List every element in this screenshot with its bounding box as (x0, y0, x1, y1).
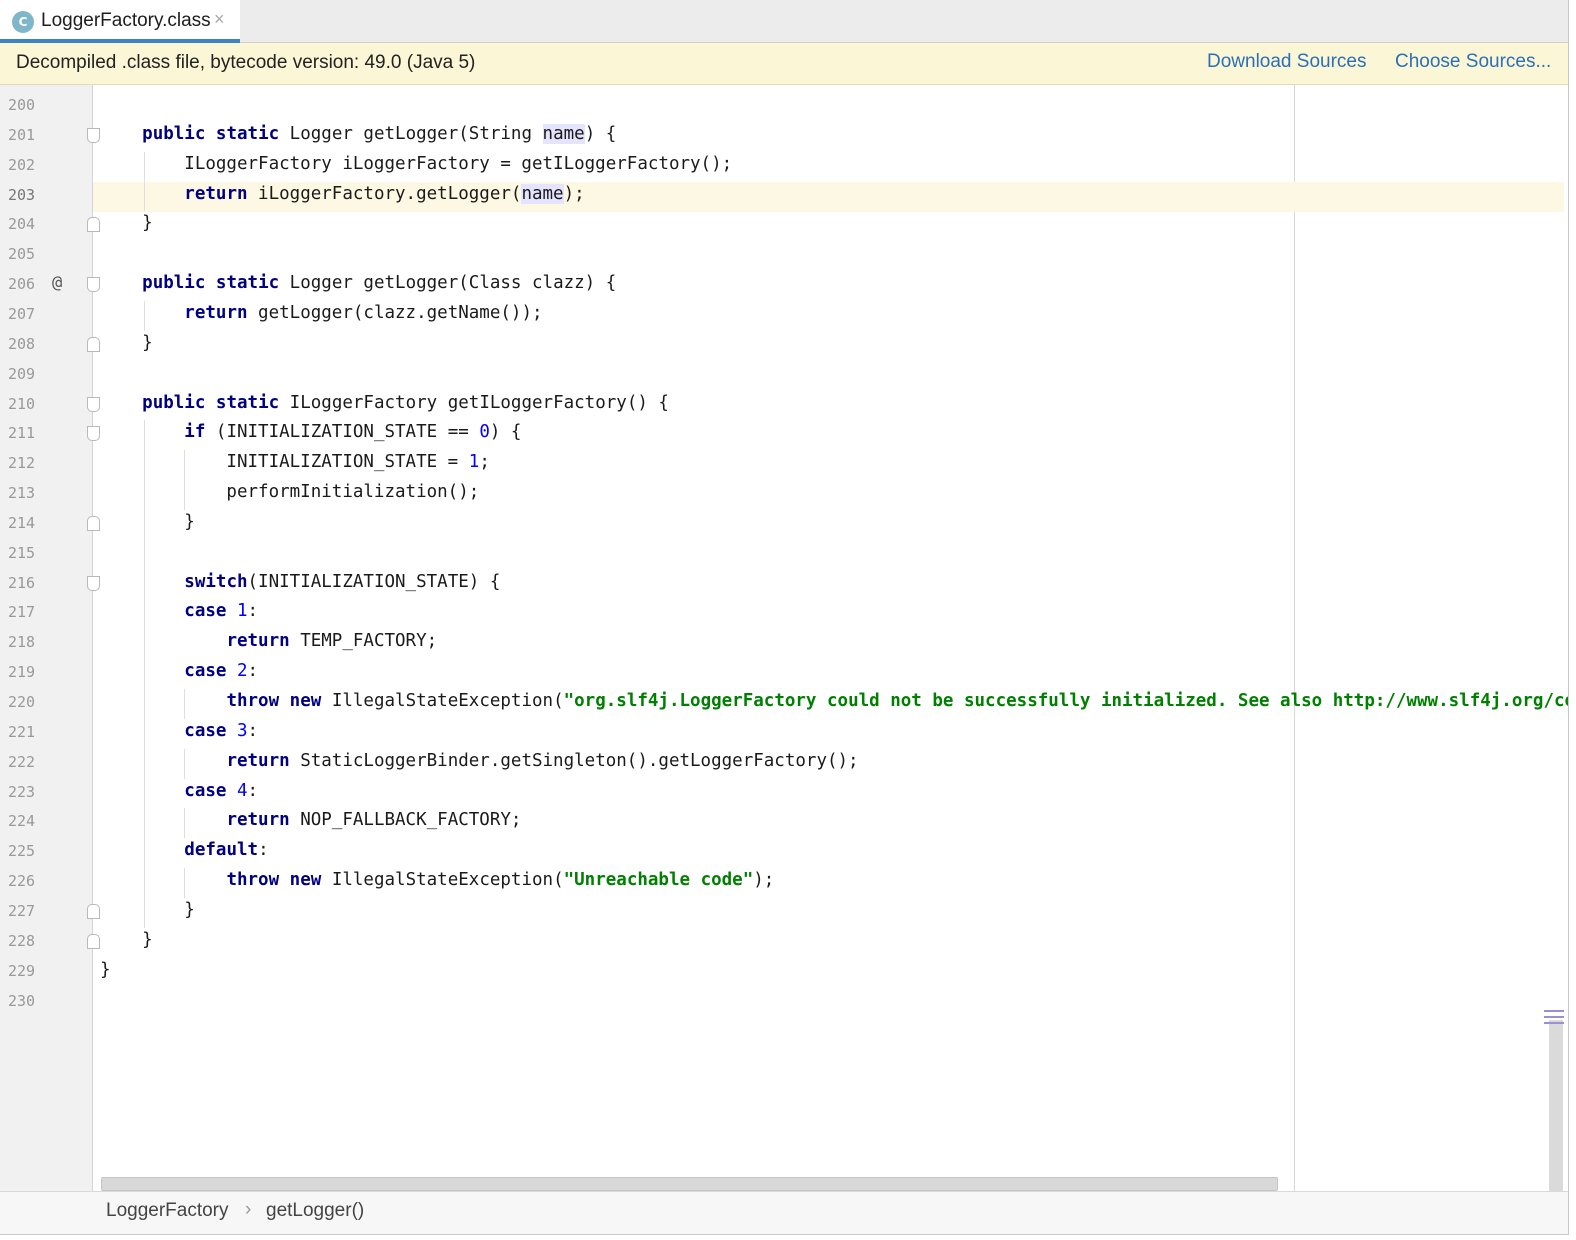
code-line[interactable]: } (100, 900, 195, 920)
line-number[interactable]: 214 (8, 514, 48, 532)
indent-guide (184, 868, 185, 898)
code-line[interactable]: throw new IllegalStateException("org.slf… (100, 691, 1568, 711)
code-line[interactable]: ILoggerFactory iLoggerFactory = getILogg… (100, 154, 732, 174)
fold-end-icon[interactable] (87, 336, 100, 352)
editor-tab-bar: C LoggerFactory.class × (0, 0, 1568, 43)
line-number[interactable]: 212 (8, 454, 48, 472)
indent-guide (184, 748, 185, 779)
line-number[interactable]: 220 (8, 693, 48, 711)
code-line[interactable]: case 1: (100, 601, 258, 621)
chevron-right-icon: › (245, 1199, 252, 1220)
code-line[interactable]: return getLogger(clazz.getName()); (100, 303, 542, 323)
fold-end-icon[interactable] (87, 515, 100, 531)
line-number[interactable]: 210 (8, 395, 48, 413)
horizontal-scrollbar[interactable] (101, 1177, 1278, 1191)
indent-guide (184, 450, 185, 510)
line-number[interactable]: 225 (8, 842, 48, 860)
java-class-icon: C (12, 11, 34, 33)
breadcrumb-item-class[interactable]: LoggerFactory (106, 1200, 229, 1222)
code-line[interactable]: case 4: (100, 781, 258, 801)
code-line[interactable]: case 2: (100, 661, 258, 681)
code-line[interactable]: return TEMP_FACTORY; (100, 631, 437, 651)
fold-end-icon[interactable] (87, 933, 100, 949)
scroll-marker (1544, 1022, 1564, 1024)
line-number[interactable]: 202 (8, 156, 48, 174)
code-line[interactable]: } (100, 930, 153, 950)
line-number[interactable]: 215 (8, 544, 48, 562)
code-line[interactable]: case 3: (100, 721, 258, 741)
scroll-marker (1544, 1010, 1564, 1012)
line-number[interactable]: 217 (8, 603, 48, 621)
breadcrumb: LoggerFactory › getLogger() (0, 1191, 1568, 1234)
line-number[interactable]: 208 (8, 335, 48, 353)
choose-sources-link[interactable]: Choose Sources... (1395, 51, 1551, 73)
code-line[interactable]: return StaticLoggerBinder.getSingleton()… (100, 751, 858, 771)
line-number[interactable]: 203 (8, 186, 48, 204)
overloaded-method-icon[interactable]: @ (52, 273, 62, 293)
fold-end-icon[interactable] (87, 903, 100, 919)
line-number[interactable]: 201 (8, 126, 48, 144)
line-number[interactable]: 228 (8, 932, 48, 950)
line-number[interactable]: 222 (8, 753, 48, 771)
decompiled-notice-text: Decompiled .class file, bytecode version… (16, 52, 476, 73)
indent-guide (184, 808, 185, 839)
vertical-scrollbar[interactable] (1549, 1020, 1563, 1191)
line-number[interactable]: 205 (8, 245, 48, 263)
scroll-marker (1544, 1016, 1564, 1018)
code-line[interactable]: } (100, 512, 195, 532)
line-number[interactable]: 226 (8, 872, 48, 890)
close-icon[interactable]: × (214, 9, 225, 30)
line-number[interactable]: 200 (8, 96, 48, 114)
line-number[interactable]: 207 (8, 305, 48, 323)
code-editor[interactable]: 200 201 public static Logger getLogger(St… (0, 85, 1568, 1191)
code-line[interactable]: switch(INITIALIZATION_STATE) { (100, 572, 500, 592)
code-line[interactable]: } (100, 960, 111, 980)
line-number[interactable]: 216 (8, 574, 48, 592)
line-number[interactable]: 206 (8, 275, 48, 293)
line-number[interactable]: 209 (8, 365, 48, 383)
tab-loggerfactory-class[interactable]: C LoggerFactory.class × (0, 0, 240, 43)
line-number[interactable]: 213 (8, 484, 48, 502)
code-line[interactable]: default: (100, 840, 268, 860)
code-line[interactable]: } (100, 213, 153, 233)
line-number[interactable]: 227 (8, 902, 48, 920)
code-line[interactable]: if (INITIALIZATION_STATE == 0) { (100, 422, 521, 442)
fold-collapse-icon[interactable] (87, 575, 100, 591)
line-number[interactable]: 223 (8, 783, 48, 801)
line-number[interactable]: 230 (8, 992, 48, 1010)
line-number[interactable]: 219 (8, 663, 48, 681)
line-number[interactable]: 224 (8, 812, 48, 830)
line-number[interactable]: 221 (8, 723, 48, 741)
right-margin-guide (1294, 85, 1295, 1191)
code-line[interactable]: return NOP_FALLBACK_FACTORY; (100, 810, 521, 830)
code-line[interactable]: } (100, 333, 153, 353)
code-line[interactable]: public static ILoggerFactory getILoggerF… (100, 393, 669, 413)
editor-window: C LoggerFactory.class × Decompiled .clas… (0, 0, 1569, 1235)
code-line[interactable]: public static Logger getLogger(String na… (100, 123, 616, 144)
indent-guide (144, 151, 145, 212)
fold-collapse-icon[interactable] (87, 277, 100, 293)
fold-collapse-icon[interactable] (87, 426, 100, 442)
indent-guide (144, 420, 145, 928)
indent-guide (144, 300, 145, 331)
breadcrumb-item-method[interactable]: getLogger() (266, 1200, 364, 1222)
download-sources-link[interactable]: Download Sources (1207, 51, 1366, 73)
code-line[interactable]: INITIALIZATION_STATE = 1; (100, 452, 489, 472)
code-line[interactable]: public static Logger getLogger(Class cla… (100, 273, 616, 293)
fold-collapse-icon[interactable] (87, 396, 100, 412)
line-number[interactable]: 229 (8, 962, 48, 980)
code-line[interactable]: return iLoggerFactory.getLogger(name); (100, 183, 585, 204)
indent-guide (184, 689, 185, 719)
line-number[interactable]: 218 (8, 633, 48, 651)
decompiled-notice-banner: Decompiled .class file, bytecode version… (0, 43, 1568, 85)
line-number[interactable]: 211 (8, 424, 48, 442)
code-line[interactable]: throw new IllegalStateException("Unreach… (100, 870, 774, 890)
fold-collapse-icon[interactable] (87, 127, 100, 143)
tab-label: LoggerFactory.class (41, 10, 211, 31)
line-number[interactable]: 204 (8, 215, 48, 233)
code-line[interactable]: performInitialization(); (100, 482, 479, 502)
fold-end-icon[interactable] (87, 217, 100, 233)
